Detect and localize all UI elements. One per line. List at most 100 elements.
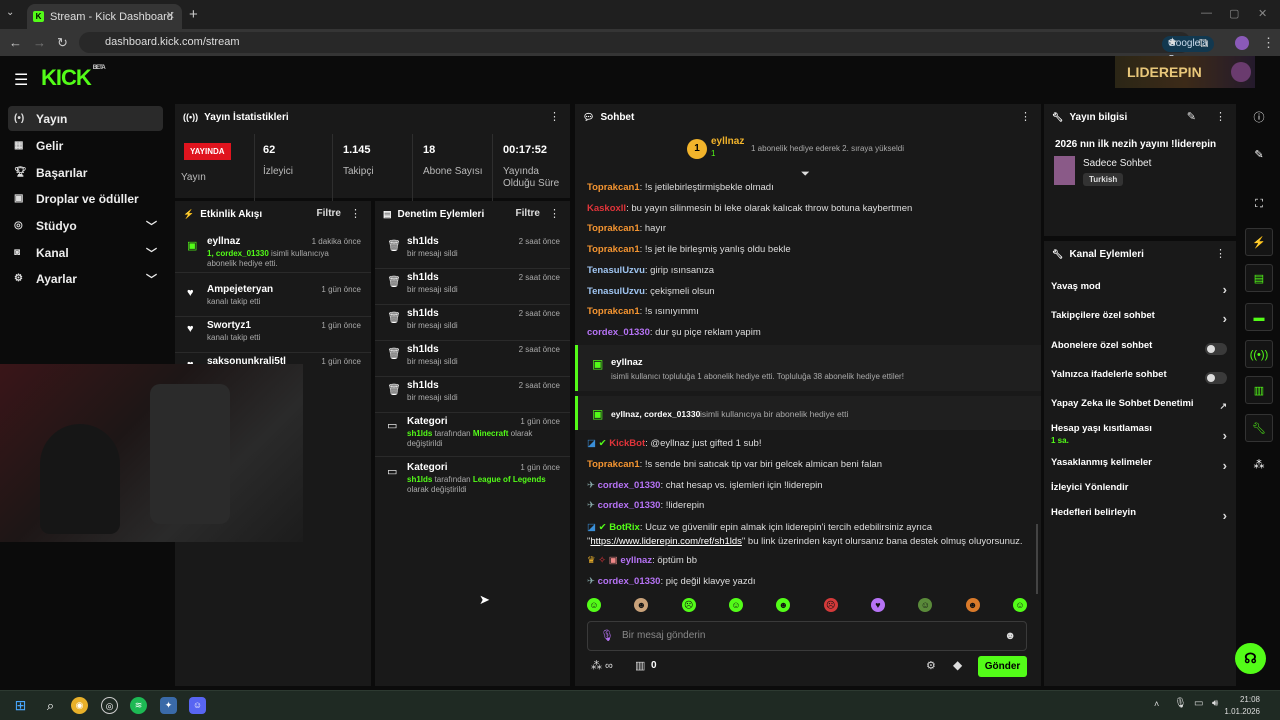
send-button[interactable]: Gönder xyxy=(978,656,1027,677)
chat-username[interactable]: cordex_01330 xyxy=(587,327,650,338)
sidebar-item-gelir[interactable]: ▦ Gelir xyxy=(8,133,163,158)
action-raid[interactable]: İzleyici Yönlendir xyxy=(1051,482,1229,502)
chat-username[interactable]: KickBot xyxy=(609,438,645,449)
tab-search-icon[interactable]: ⌄ xyxy=(6,7,14,18)
windows-start-icon[interactable]: ⊞ xyxy=(12,697,29,714)
stream-category[interactable]: Sadece Sohbet xyxy=(1083,158,1151,169)
action-set-goals[interactable]: Hedefleri belirleyin › xyxy=(1051,507,1229,527)
microphone-tray-icon[interactable]: 🎙︎ xyxy=(1174,698,1187,709)
minimize-icon[interactable]: — xyxy=(1201,7,1212,19)
edit-pencil-icon[interactable]: ✎ xyxy=(1245,141,1273,169)
emote-icon[interactable]: ☹ xyxy=(823,598,838,612)
chat-username[interactable]: eyllnaz xyxy=(620,555,652,566)
action-followers-only[interactable]: Takipçilere özel sohbet › xyxy=(1051,310,1229,330)
system-clock[interactable]: 21:08 1.01.2026 xyxy=(1224,694,1260,718)
extensions-icon[interactable]: ⧉ xyxy=(1199,35,1208,51)
microphone-icon[interactable]: 🎙︎ xyxy=(600,622,614,650)
reload-icon[interactable]: ↻ xyxy=(57,35,68,51)
chat-input[interactable]: 🎙︎ Bir mesaj gönderin ☻ xyxy=(587,621,1027,651)
chat-username[interactable]: TenasulUzvu xyxy=(587,286,645,297)
chat-username[interactable]: TenasulUzvu xyxy=(587,265,645,276)
more-options-icon[interactable]: ⋮ xyxy=(1020,110,1031,123)
new-tab-icon[interactable]: + xyxy=(189,6,198,23)
obs-icon[interactable]: ◎ xyxy=(101,697,118,714)
maximize-icon[interactable]: ▢ xyxy=(1229,7,1239,20)
moderation-icon[interactable]: ▥ xyxy=(1245,376,1273,404)
notes-icon[interactable]: ▤ xyxy=(1245,264,1273,292)
back-icon[interactable]: ← xyxy=(9,35,22,50)
chat-username[interactable]: Toprakcan1 xyxy=(587,182,640,193)
emote-icon[interactable]: ☺ xyxy=(1012,598,1027,612)
kick-logo[interactable]: KICK BETA xyxy=(41,65,106,91)
sidebar-item-yayin[interactable]: (•) Yayın xyxy=(8,106,163,131)
chat-username[interactable]: cordex_01330 xyxy=(598,480,661,491)
chat-link[interactable]: https://www.liderepin.com/ref/sh1lds xyxy=(590,536,742,547)
browser-menu-icon[interactable]: ⋮ xyxy=(1262,35,1275,51)
moderation-filter-button[interactable]: Filtre xyxy=(516,208,540,219)
profile-avatar[interactable] xyxy=(1235,36,1249,50)
sidebar-item-droplar[interactable]: ▣ Droplar ve ödüller xyxy=(8,186,163,211)
tab-close-icon[interactable]: ✕ xyxy=(166,9,175,22)
emote-icon[interactable]: ☻ xyxy=(776,598,791,612)
chat-scrollbar[interactable] xyxy=(1036,524,1038,594)
activity-filter-button[interactable]: Filtre xyxy=(317,208,341,219)
chat-username[interactable]: Toprakcan1 xyxy=(587,306,640,317)
emote-icon[interactable]: ☹ xyxy=(681,598,696,612)
chat-settings-icon[interactable]: ⚙ xyxy=(926,659,936,672)
info-icon[interactable]: ⓘ xyxy=(1245,104,1273,132)
subscribers-only-toggle[interactable] xyxy=(1205,343,1227,355)
chat-username[interactable]: BotRix xyxy=(609,522,640,533)
community-icon[interactable]: ⁂ xyxy=(1245,451,1273,479)
chat-username[interactable]: Toprakcan1 xyxy=(587,223,640,234)
search-icon[interactable]: ⌕ xyxy=(42,697,59,714)
chat-bubble-icon[interactable]: ▬ xyxy=(1245,303,1273,331)
more-options-icon[interactable]: ⋮ xyxy=(1215,110,1226,123)
action-slow-mode[interactable]: Yavaş mod › xyxy=(1051,281,1229,301)
close-window-icon[interactable]: ✕ xyxy=(1258,7,1267,20)
sidebar-item-basarilar[interactable]: 🏆︎ Başarılar xyxy=(8,160,163,185)
chat-username[interactable]: cordex_01330 xyxy=(598,576,661,587)
more-options-icon[interactable]: ⋮ xyxy=(549,207,560,220)
collapse-icon[interactable]: ⏷ xyxy=(801,168,810,181)
action-banned-words[interactable]: Yasaklanmış kelimeler › xyxy=(1051,457,1229,477)
points-infinity-icon[interactable]: ⁂ ∞ xyxy=(591,659,613,672)
sidebar-item-kanal[interactable]: ◙ Kanal ﹀ xyxy=(8,240,163,265)
action-ai-moderation[interactable]: Yapay Zeka ile Sohbet Denetimi ↗ xyxy=(1051,398,1229,418)
url-field[interactable]: dashboard.kick.com/stream Google'a Sor ★ xyxy=(79,32,1214,65)
lightning-icon[interactable]: ⚡ xyxy=(1245,228,1273,256)
broadcast-icon[interactable]: ((•)) xyxy=(1245,340,1273,368)
emoji-picker-icon[interactable]: ☻ xyxy=(1004,622,1016,650)
menu-icon[interactable]: ☰ xyxy=(14,70,28,90)
more-options-icon[interactable]: ⋮ xyxy=(1215,247,1226,260)
edit-pencil-icon[interactable]: ✎ xyxy=(1187,110,1196,123)
network-icon[interactable]: ▭ xyxy=(1194,698,1203,709)
sidebar-item-ayarlar[interactable]: ⚙ Ayarlar ﹀ xyxy=(8,266,163,291)
shop-icon[interactable]: ▥ xyxy=(635,659,645,672)
chat-username[interactable]: Toprakcan1 xyxy=(587,244,640,255)
chat-mod-icon[interactable]: ◆ xyxy=(953,658,962,672)
bookmark-star-icon[interactable]: ★ xyxy=(1167,32,1178,53)
emote-icon[interactable]: ☺ xyxy=(918,598,933,612)
forward-icon[interactable]: → xyxy=(33,35,46,50)
support-headset-icon[interactable]: ☊ xyxy=(1235,643,1266,674)
emote-icon[interactable]: ☺ xyxy=(587,598,601,612)
more-options-icon[interactable]: ⋮ xyxy=(350,207,361,220)
chat-username[interactable]: Kaskoxll xyxy=(587,203,626,214)
app-icon[interactable]: ✦ xyxy=(160,697,177,714)
emote-icon[interactable]: ☻ xyxy=(965,598,980,612)
tray-chevron-icon[interactable]: ˄ xyxy=(1154,699,1159,709)
sidebar-item-studyo[interactable]: ◎ Stüdyo ﹀ xyxy=(8,213,163,238)
wrench-icon[interactable]: 🔧︎ xyxy=(1245,414,1273,442)
emote-icon[interactable]: ♥ xyxy=(870,598,885,612)
more-options-icon[interactable]: ⋮ xyxy=(549,110,560,123)
action-account-age[interactable]: Hesap yaşı kısıtlaması 1 sa. › xyxy=(1051,423,1229,451)
fullscreen-icon[interactable]: ⛶ xyxy=(1245,190,1273,218)
chat-username[interactable]: cordex_01330 xyxy=(598,500,661,511)
channel-avatar[interactable] xyxy=(1231,62,1251,82)
emote-icon[interactable]: ☻ xyxy=(634,598,649,612)
discord-icon[interactable]: ☺ xyxy=(189,697,206,714)
chrome-icon[interactable]: ◉ xyxy=(71,697,88,714)
chat-username[interactable]: Toprakcan1 xyxy=(587,459,640,470)
browser-tab[interactable]: K Stream - Kick Dashboard ✕ xyxy=(27,4,182,29)
spotify-icon[interactable]: ≋ xyxy=(130,697,147,714)
